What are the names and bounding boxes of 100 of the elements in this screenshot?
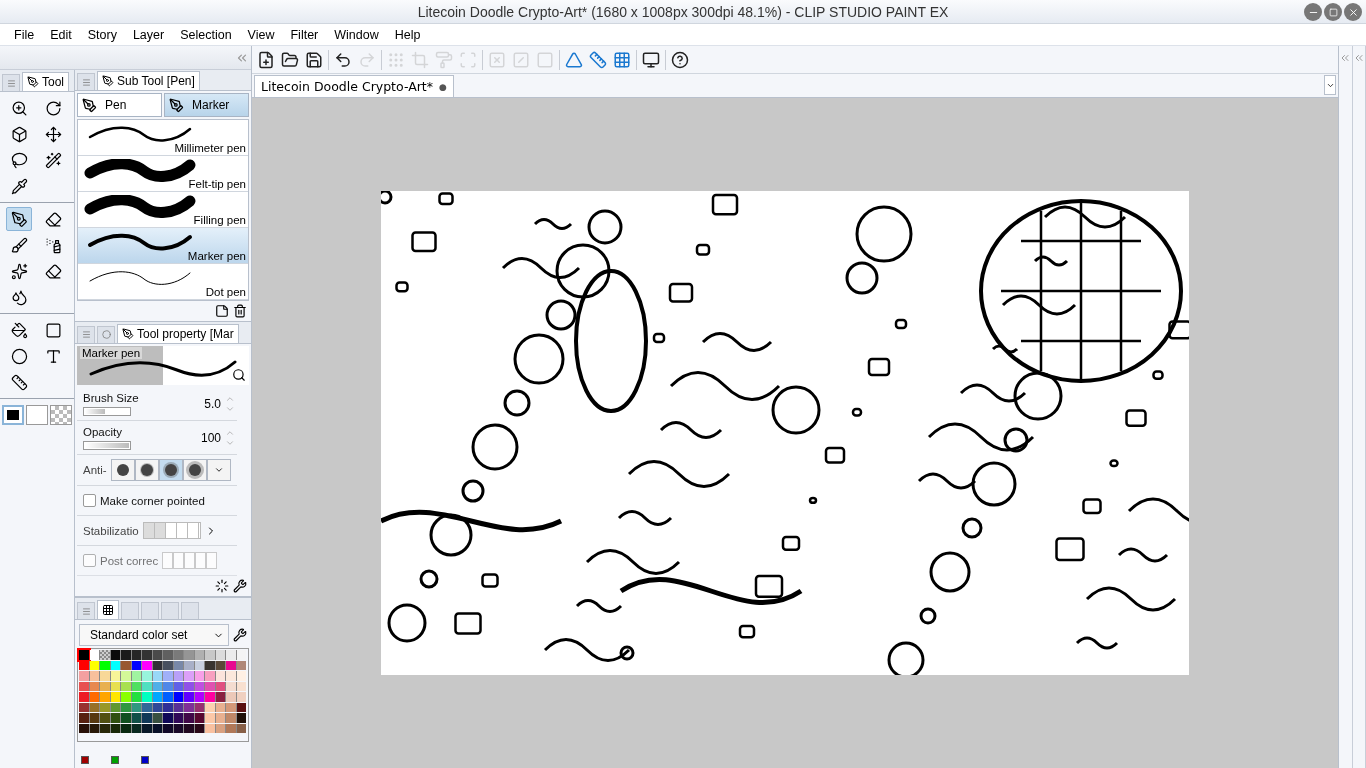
crop-icon bbox=[411, 50, 429, 69]
maximize-icon bbox=[1328, 7, 1338, 17]
menu-item[interactable]: File bbox=[6, 27, 43, 42]
anti-aliasing-option[interactable] bbox=[110, 459, 135, 481]
brush-stroke-icon bbox=[84, 195, 196, 220]
panel-menu-icon[interactable] bbox=[6, 78, 16, 88]
screen-icon bbox=[642, 50, 660, 69]
text-icon bbox=[44, 347, 62, 365]
tool-property-tab[interactable]: Tool property [Mar bbox=[117, 323, 239, 343]
dropdown-button[interactable] bbox=[1324, 75, 1336, 95]
panel-menu-icon[interactable] bbox=[81, 330, 91, 340]
caret-icon bbox=[213, 465, 224, 475]
brush-list-item[interactable]: Marker pen bbox=[78, 228, 248, 265]
unsaved-marker: ● bbox=[438, 81, 447, 92]
wrench-icon[interactable] bbox=[233, 628, 247, 642]
sub-tool-panel-tab[interactable]: Sub Tool [Pen] bbox=[97, 71, 200, 91]
sub-tool-tab[interactable]: Pen bbox=[77, 93, 162, 118]
pen-icon bbox=[169, 98, 184, 113]
undo-icon bbox=[334, 50, 352, 69]
color-set-dropdown[interactable]: Standard color set bbox=[79, 624, 229, 646]
checkbox-label: Post correc bbox=[100, 554, 159, 567]
wrench-icon[interactable] bbox=[233, 579, 247, 593]
clear-icon bbox=[488, 50, 506, 69]
correction-level-bar bbox=[162, 552, 218, 569]
transform-icon bbox=[459, 50, 477, 69]
eyedropper-icon bbox=[10, 177, 28, 195]
property-label: Brush Size bbox=[83, 392, 139, 404]
property-value: 5.0 bbox=[204, 396, 221, 411]
pen-icon bbox=[10, 210, 28, 228]
brush-icon bbox=[10, 236, 28, 254]
checkbox[interactable] bbox=[83, 494, 96, 507]
menu-item[interactable]: Story bbox=[79, 27, 125, 42]
property-label: Anti- bbox=[83, 464, 107, 476]
menu-item[interactable]: Edit bbox=[42, 27, 80, 42]
pen-icon bbox=[102, 75, 114, 88]
sub-tool-tab[interactable]: Marker bbox=[164, 93, 249, 118]
magnifier-icon bbox=[10, 99, 28, 117]
move-icon bbox=[44, 125, 62, 143]
close-button[interactable] bbox=[1344, 3, 1362, 21]
brush-preview: Marker pen bbox=[77, 345, 249, 385]
rotate-icon bbox=[44, 99, 62, 117]
fill-icon bbox=[435, 50, 453, 69]
paint-bucket-icon bbox=[10, 321, 28, 339]
property-label: Opacity bbox=[83, 426, 122, 438]
pen-icon bbox=[82, 98, 97, 113]
collapse-icon[interactable] bbox=[1339, 52, 1352, 64]
wand-icon bbox=[44, 151, 62, 169]
invert-icon bbox=[512, 50, 530, 69]
note-icon[interactable] bbox=[215, 304, 229, 319]
menu-item[interactable]: Window bbox=[326, 27, 387, 42]
menu-item[interactable]: Layer bbox=[124, 27, 173, 42]
palette-icon bbox=[102, 604, 114, 616]
menu-item[interactable]: Filter bbox=[282, 27, 327, 42]
pen-icon bbox=[27, 76, 39, 88]
menu-item[interactable]: Help bbox=[386, 27, 429, 42]
anti-aliasing-option[interactable] bbox=[158, 459, 183, 481]
menu-item[interactable]: View bbox=[239, 27, 283, 42]
pen-icon bbox=[122, 327, 134, 340]
magnifier-icon[interactable] bbox=[232, 368, 246, 382]
property-value: 100 bbox=[200, 430, 221, 445]
trash-icon[interactable] bbox=[233, 304, 247, 319]
tool-button[interactable] bbox=[6, 207, 32, 231]
ellipse-icon bbox=[10, 347, 28, 365]
document-tab[interactable]: Litecoin Doodle Crypto-Art* ● bbox=[254, 75, 454, 97]
color-set-tab[interactable] bbox=[97, 600, 119, 619]
panel-menu-icon[interactable] bbox=[81, 606, 91, 616]
property-label: Stabilizatio bbox=[83, 524, 139, 537]
save-icon bbox=[305, 50, 323, 69]
panel-menu-icon[interactable] bbox=[81, 78, 91, 87]
anti-aliasing-option[interactable] bbox=[134, 459, 159, 481]
folder-icon bbox=[281, 50, 299, 69]
drops-icon bbox=[10, 288, 28, 306]
menu-item[interactable]: Selection bbox=[172, 27, 240, 42]
eraser-icon bbox=[44, 210, 62, 228]
minimize-button[interactable] bbox=[1304, 3, 1322, 21]
checkbox-label: Make corner pointed bbox=[100, 494, 205, 507]
spray-can-icon bbox=[44, 236, 62, 254]
spinner-icon[interactable] bbox=[215, 579, 229, 593]
cube-icon bbox=[10, 125, 28, 143]
recent-color-swatch[interactable] bbox=[81, 756, 89, 764]
anti-aliasing-option[interactable] bbox=[182, 459, 207, 481]
window-title: Litecoin Doodle Crypto-Art* (1680 x 1008px 300dpi 48.1%) - CLIP STUDIO PAINT EX bbox=[417, 3, 949, 20]
redo-icon bbox=[358, 50, 376, 69]
transparent-color-swatch[interactable] bbox=[50, 405, 72, 425]
main-color-swatch[interactable] bbox=[2, 405, 24, 425]
sparkle-icon bbox=[10, 262, 28, 280]
close-icon bbox=[1347, 6, 1359, 18]
recent-color-swatch[interactable] bbox=[111, 756, 119, 764]
brush-list-item[interactable]: Felt-tip pen bbox=[78, 156, 248, 193]
tool-panel-tab[interactable]: Tool bbox=[22, 72, 69, 91]
help-icon bbox=[671, 50, 689, 69]
dots-icon bbox=[387, 50, 405, 69]
recent-color-swatch[interactable] bbox=[141, 756, 149, 764]
stabilization-track[interactable] bbox=[142, 522, 201, 539]
brush-list-item[interactable]: Filling pen bbox=[78, 192, 248, 229]
slider-track[interactable] bbox=[83, 407, 131, 416]
sub-color-swatch[interactable] bbox=[26, 405, 48, 425]
new-file-icon bbox=[257, 50, 275, 69]
maximize-button[interactable] bbox=[1324, 3, 1342, 21]
circle-icon[interactable] bbox=[101, 330, 111, 340]
